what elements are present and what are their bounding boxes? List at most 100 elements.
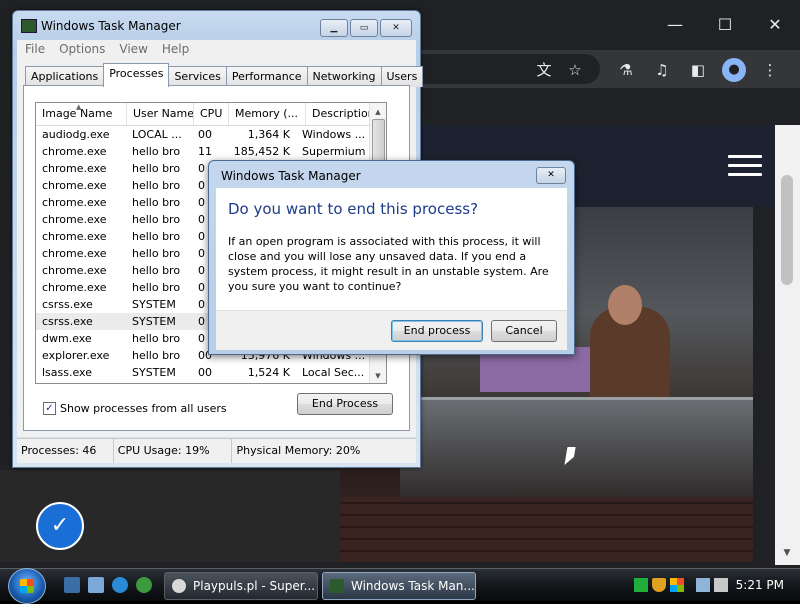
menu-help[interactable]: Help [162,40,189,58]
dialog-body: Do you want to end this process? If an o… [216,188,567,310]
scroll-down-icon[interactable]: ▼ [370,369,386,383]
accessibility-icon[interactable]: ✓ [36,502,84,550]
menu-view[interactable]: View [119,40,147,58]
tray-green-icon[interactable] [634,578,648,592]
process-user-name: hello bro [132,349,181,362]
maximize-icon[interactable]: ☐ [700,10,750,40]
table-row[interactable]: audiodg.exe LOCAL ... 00 1,364 K Windows ... [36,126,386,143]
process-image-name: chrome.exe [42,230,107,243]
browser-window-controls: — ☐ ✕ [650,10,800,40]
task-manager-title: Windows Task Manager [41,19,181,33]
dialog-heading: Do you want to end this process? [228,200,479,218]
close-button[interactable]: ✕ [380,19,412,37]
process-image-name: chrome.exe [42,247,107,260]
show-desktop-icon[interactable] [64,577,80,593]
star-icon[interactable]: ☆ [563,58,587,82]
process-image-name: chrome.exe [42,213,107,226]
minimize-icon[interactable]: — [650,10,700,40]
column-user-name[interactable]: User Name [127,103,194,125]
windows-flag-icon[interactable] [670,578,684,592]
process-description: Local Sec... [302,366,365,379]
process-image-name: lsass.exe [42,366,92,379]
task-manager-titlebar[interactable]: Windows Task Manager ▁ ▭ ✕ [13,11,420,39]
media-queue-icon[interactable]: ♫ [650,58,674,82]
clock[interactable]: 5:21 PM [736,569,784,601]
network-icon[interactable] [696,578,710,592]
taskbar-item-browser-label: Playpuls.pl - Super... [193,579,316,593]
process-image-name: csrss.exe [42,298,93,311]
process-image-name: chrome.exe [42,179,107,192]
menu-bar: File Options View Help [17,40,416,58]
process-user-name: hello bro [132,213,181,226]
process-description: Supermium [302,145,366,158]
process-description: Windows ... [302,128,366,141]
tab-performance[interactable]: Performance [225,66,308,87]
process-user-name: LOCAL ... [132,128,182,141]
sort-ascending-icon: ▲ [76,103,82,111]
process-image-name: audiodg.exe [42,128,110,141]
column-cpu[interactable]: CPU [194,103,229,125]
end-process-dialog: Windows Task Manager ✕ Do you want to en… [208,160,575,355]
more-icon[interactable]: ⋮ [758,58,782,82]
maximize-button[interactable]: ▭ [350,19,378,37]
taskbar-item-task-manager[interactable]: Windows Task Man... [322,572,476,600]
menu-file[interactable]: File [25,40,45,58]
tab-processes[interactable]: Processes [103,63,170,87]
internet-explorer-icon[interactable] [112,577,128,593]
translate-icon[interactable]: 文 [532,58,556,82]
close-icon[interactable]: ✕ [750,10,800,40]
show-all-processes-option[interactable]: ✓ Show processes from all users [43,402,227,415]
status-memory: Physical Memory: 20% [236,444,361,457]
taskbar-item-browser[interactable]: Playpuls.pl - Super... [164,572,318,600]
menu-options[interactable]: Options [59,40,105,58]
switch-windows-icon[interactable] [88,577,104,593]
table-row[interactable]: chrome.exe hello bro 11 185,452 K Supermium [36,143,386,160]
process-list-scrollbar-thumb[interactable] [372,119,385,161]
tab-services[interactable]: Services [168,66,227,87]
side-panel-icon[interactable]: ◧ [686,58,710,82]
process-user-name: hello bro [132,196,181,209]
end-process-button[interactable]: End Process [297,393,393,415]
tab-applications[interactable]: Applications [25,66,105,87]
page-scrollbar-thumb[interactable] [781,175,793,285]
start-button[interactable] [8,568,46,604]
tab-users[interactable]: Users [380,66,424,87]
dialog-close-button[interactable]: ✕ [536,167,566,184]
scroll-down-icon[interactable]: ▼ [780,548,794,558]
process-cpu: 00 [198,128,212,141]
task-manager-icon [21,19,37,33]
process-user-name: hello bro [132,230,181,243]
taskbar-item-task-manager-label: Windows Task Man... [351,579,475,593]
process-image-name: chrome.exe [42,145,107,158]
process-image-name: csrss.exe [42,315,93,328]
process-image-name: dwm.exe [42,332,92,345]
process-user-name: hello bro [132,179,181,192]
process-user-name: SYSTEM [132,315,176,328]
windows-logo-icon [20,579,34,593]
dialog-title: Windows Task Manager [221,169,361,183]
hamburger-menu-icon[interactable] [728,155,762,177]
minimize-button[interactable]: ▁ [320,19,348,37]
taskbar: Playpuls.pl - Super... Windows Task Man.… [0,568,800,604]
cancel-button[interactable]: Cancel [491,320,557,342]
flask-icon[interactable]: ⚗ [614,58,638,82]
process-user-name: SYSTEM [132,298,176,311]
scroll-up-icon[interactable]: ▲ [370,105,386,119]
process-user-name: hello bro [132,145,181,158]
show-all-checkbox[interactable]: ✓ [43,402,56,415]
media-icon[interactable] [136,577,152,593]
tab-networking[interactable]: Networking [306,66,382,87]
process-user-name: hello bro [132,264,181,277]
show-all-label[interactable]: Show processes from all users [60,402,227,415]
process-memory: 1,364 K [247,128,290,141]
column-memory[interactable]: Memory (... [229,103,306,125]
profile-icon[interactable]: ● [722,58,746,82]
table-row[interactable]: lsass.exe SYSTEM 00 1,524 K Local Sec... [36,364,386,381]
confirm-end-process-button[interactable]: End process [391,320,483,342]
volume-icon[interactable] [714,578,728,592]
column-image-name[interactable]: Image Name [36,103,127,125]
shield-icon[interactable] [652,578,666,592]
status-cpu: CPU Usage: 19% [114,439,233,463]
dialog-message: If an open program is associated with th… [228,235,549,293]
process-list-header: Image Name User Name CPU Memory (... Des… [36,103,386,126]
